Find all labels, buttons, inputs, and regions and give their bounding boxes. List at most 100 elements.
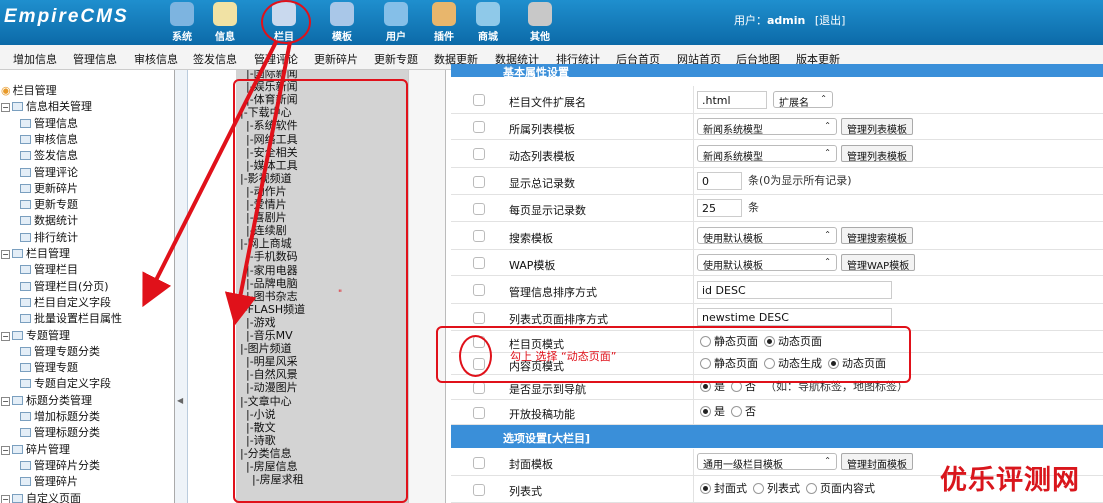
tree-item[interactable]: 增加标题分类 <box>20 408 100 424</box>
menubar-item[interactable]: 更新碎片 <box>314 51 358 67</box>
tree-item[interactable]: 栏目自定义字段 <box>20 294 111 310</box>
tree-item[interactable]: 管理碎片分类 <box>20 457 100 473</box>
field-label: 所属列表模板 <box>509 122 575 136</box>
select-arrow-icon: ⌃ <box>824 256 831 266</box>
sidebar-tree: ◉ 栏目管理 − 信息相关管理 管理信息 审核信息 签发信息 管理评论 更新碎片 更新专题 数据统计… <box>0 70 175 503</box>
nav-template[interactable]: 模板 <box>320 0 364 45</box>
collapse-toggle-icon[interactable]: − <box>1 331 10 341</box>
tree-item[interactable]: 管理栏目 <box>20 261 78 277</box>
tree-folder[interactable]: − 栏目管理 <box>1 245 70 261</box>
manage-template-button[interactable]: 管理列表模板 <box>841 117 913 136</box>
radio-button[interactable] <box>700 406 711 417</box>
nav-notepad[interactable]: 信息 <box>203 0 247 45</box>
tree-folder[interactable]: − 专题管理 <box>1 327 70 343</box>
tree-folder[interactable]: − 碎片管理 <box>1 441 70 457</box>
nav-globe[interactable]: 系统 <box>160 0 204 45</box>
row-checkbox[interactable] <box>473 94 485 106</box>
row-checkbox[interactable] <box>473 406 485 419</box>
text-input[interactable]: 0 <box>697 172 742 190</box>
collapse-arrow-icon[interactable]: ◀ <box>177 396 183 405</box>
text-input[interactable]: .html <box>697 90 767 109</box>
vertical-scrollbar[interactable] <box>408 70 445 503</box>
field-label: 封面模板 <box>509 458 553 471</box>
panel-splitter[interactable]: ◀ <box>175 70 188 503</box>
menubar-item[interactable]: 更新专题 <box>374 51 418 67</box>
field-value: .html 扩展名 ⌃ <box>697 90 833 109</box>
tree-folder[interactable]: − 自定义页面 <box>1 490 81 503</box>
page-icon <box>20 297 31 307</box>
menubar-item[interactable]: 增加信息 <box>13 51 57 67</box>
collapse-toggle-icon[interactable]: − <box>1 445 10 455</box>
text-input[interactable]: newstime DESC <box>697 308 892 326</box>
tree-item[interactable]: 审核信息 <box>20 131 78 147</box>
select-value: 通用一级栏目模板 <box>703 460 783 471</box>
tree-item[interactable]: 管理栏目(分页) <box>20 278 109 294</box>
menubar-item[interactable]: 管理信息 <box>73 51 117 67</box>
collapse-toggle-icon[interactable]: − <box>1 250 10 259</box>
tree-folder[interactable]: − 信息相关管理 <box>1 98 92 114</box>
tree-item[interactable]: 排行统计 <box>20 229 78 245</box>
tree-item[interactable]: 签发信息 <box>20 147 78 163</box>
dropdown-select[interactable]: 扩展名 ⌃ <box>773 91 833 109</box>
tree-item[interactable]: 专题自定义字段 <box>20 375 111 391</box>
dropdown-select[interactable]: 新闻系统模型 ⌃ <box>697 117 837 136</box>
row-checkbox[interactable] <box>473 148 485 160</box>
radio-button[interactable] <box>753 483 764 494</box>
logout-link[interactable]: [退出] <box>815 14 846 27</box>
tree-item[interactable]: 管理信息 <box>20 115 78 131</box>
radio-button[interactable] <box>731 406 742 417</box>
folder-icon <box>12 102 23 112</box>
dropdown-select[interactable]: 新闻系统模型 ⌃ <box>697 144 837 163</box>
text-input[interactable]: id DESC <box>697 280 892 299</box>
tree-label: 专题管理 <box>26 328 70 342</box>
row-checkbox[interactable] <box>473 483 485 496</box>
menubar-item[interactable]: 签发信息 <box>193 51 237 67</box>
tree-folder[interactable]: ◉ 栏目管理 <box>1 82 57 98</box>
menubar-item[interactable]: 审核信息 <box>134 51 178 67</box>
tree-item[interactable]: 管理专题分类 <box>20 343 100 359</box>
collapse-toggle-icon[interactable]: − <box>1 396 10 406</box>
nav-label: 商城 <box>478 32 498 43</box>
nav-tools[interactable]: 插件 <box>422 0 466 45</box>
tree-item[interactable]: 更新碎片 <box>20 180 78 196</box>
tree-item[interactable]: 数据统计 <box>20 212 78 228</box>
section-header-options: 选项设置[大栏目] <box>451 425 1103 448</box>
row-checkbox[interactable] <box>473 230 485 242</box>
tree-folder[interactable]: − 标题分类管理 <box>1 392 92 408</box>
radio-button[interactable] <box>806 483 817 494</box>
row-checkbox[interactable] <box>473 284 485 296</box>
tree-item[interactable]: 管理专题 <box>20 359 78 375</box>
row-checkbox[interactable] <box>473 311 485 324</box>
nav-user[interactable]: 用户 <box>374 0 418 45</box>
cell-divider <box>693 476 694 503</box>
tree-item[interactable]: 批量设置栏目属性 <box>20 310 122 326</box>
text-input[interactable]: 25 <box>697 199 742 217</box>
dropdown-select[interactable]: 使用默认模板 ⌃ <box>697 253 837 272</box>
radio-button[interactable] <box>700 483 711 494</box>
manage-template-button[interactable]: 管理列表模板 <box>841 144 913 163</box>
tree-item[interactable]: 管理碎片 <box>20 473 78 489</box>
menubar-item[interactable]: 管理评论 <box>254 51 298 67</box>
row-checkbox[interactable] <box>473 121 485 133</box>
manage-template-button[interactable]: 管理WAP模板 <box>841 253 916 272</box>
row-checkbox[interactable] <box>473 257 485 269</box>
row-checkbox[interactable] <box>473 202 485 215</box>
dropdown-select[interactable]: 通用一级栏目模板 ⌃ <box>697 453 837 471</box>
row-checkbox[interactable] <box>473 175 485 188</box>
dropdown-select[interactable]: 使用默认模板 ⌃ <box>697 226 837 245</box>
collapse-toggle-icon[interactable]: − <box>1 494 10 503</box>
manage-template-button[interactable]: 管理封面模板 <box>841 453 913 471</box>
column-settings-form: 基本属性设置 栏目文件扩展名 .html 扩展名 ⌃ 所属列表模板 新闻系统模型 ⌃ 管理列… <box>445 64 1103 503</box>
field-label: 动态列表模板 <box>509 149 575 163</box>
row-checkbox[interactable] <box>473 456 485 469</box>
nav-gear[interactable]: 其他 <box>518 0 562 45</box>
tree-item[interactable]: 更新专题 <box>20 196 78 212</box>
manage-template-button[interactable]: 管理搜索模板 <box>841 226 913 245</box>
row-checkbox[interactable] <box>473 381 485 394</box>
nav-shop[interactable]: 商城 <box>466 0 510 45</box>
collapse-toggle-icon[interactable]: − <box>1 103 10 113</box>
user-box: 用户：admin [退出] <box>734 12 845 28</box>
tree-item[interactable]: 管理标题分类 <box>20 424 100 440</box>
tree-item[interactable]: 管理评论 <box>20 164 78 180</box>
page-icon <box>20 314 31 324</box>
